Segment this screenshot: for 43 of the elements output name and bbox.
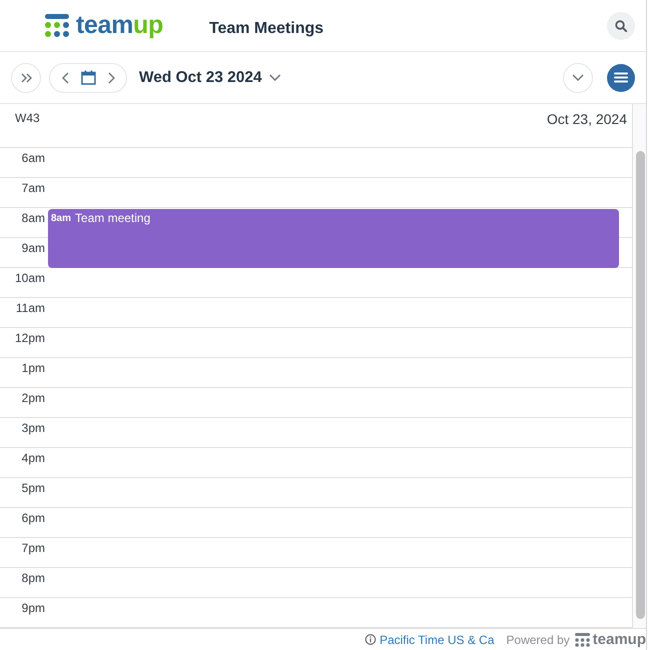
hour-label: 2pm (20, 390, 45, 406)
hour-label: 3pm (20, 420, 45, 436)
hour-label: 12pm (14, 330, 45, 346)
double-chevron-icon (20, 72, 32, 82)
menu-icon (614, 72, 628, 83)
hour-label: 6pm (20, 510, 45, 526)
logo-wordmark: teamup (76, 13, 164, 38)
hour-label: 11am (14, 300, 45, 316)
logo-icon (574, 632, 590, 646)
powered-by-label: Powered by (506, 632, 570, 648)
hour-label: 9pm (20, 600, 45, 616)
chevron-down-icon (268, 74, 281, 81)
hour-label: 7am (20, 180, 45, 196)
day-column-header: Oct 23, 2024 (546, 110, 627, 129)
chevron-down-icon (572, 74, 584, 81)
timezone-link[interactable]: Pacific Time US & Ca (380, 630, 494, 648)
hour-label: 8am (20, 210, 45, 226)
hour-label: 9am (20, 240, 45, 256)
search-icon (615, 20, 627, 32)
search-button[interactable] (607, 12, 635, 40)
hour-label: 4pm (20, 450, 45, 466)
calendar-title: Team Meetings (209, 18, 324, 38)
week-number: W43 (15, 110, 40, 127)
footer-logo-wordmark: teamup (592, 632, 646, 647)
hour-label: 10am (14, 270, 45, 286)
event-block[interactable]: 8am Team meeting (48, 209, 619, 268)
chevron-right-icon (108, 72, 114, 84)
hour-label: 5pm (20, 480, 45, 496)
menu-button[interactable] (607, 64, 635, 92)
expand-button[interactable] (11, 62, 41, 92)
today-button[interactable] (80, 70, 96, 86)
hour-label: 7pm (20, 540, 45, 556)
hour-label: 1pm (20, 360, 45, 376)
logo-icon (45, 14, 69, 38)
hour-label: 6am (20, 150, 45, 166)
calendar-icon (80, 70, 96, 85)
hour-label: 8pm (20, 570, 45, 586)
event-title: Team meeting (75, 211, 150, 226)
event-time: 8am (51, 212, 72, 226)
scrollbar-thumb[interactable] (636, 151, 645, 619)
date-picker-button[interactable]: Wed Oct 23 2024 (139, 66, 281, 90)
chevron-left-icon (62, 72, 68, 84)
info-icon (364, 634, 376, 645)
